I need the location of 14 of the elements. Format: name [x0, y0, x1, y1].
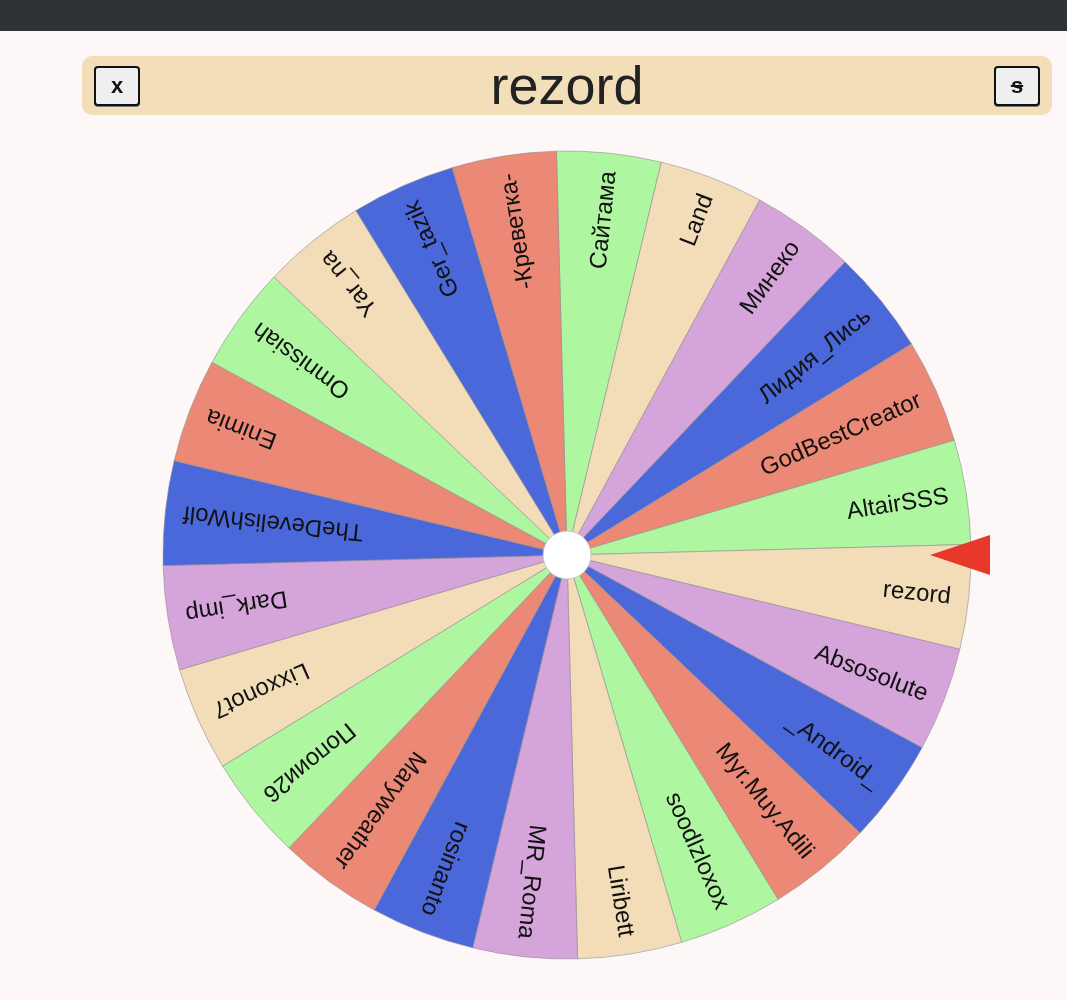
segment-label: Dark_imp — [183, 586, 290, 629]
pointer-icon — [930, 535, 990, 575]
segment-label: rezord — [881, 574, 953, 609]
wheel-hub[interactable] — [542, 530, 592, 580]
segment-label: Liribett — [602, 862, 641, 939]
close-button[interactable]: x — [94, 65, 140, 106]
toggle-button[interactable]: s — [994, 65, 1040, 106]
segment-label: -Креветка- — [493, 171, 539, 292]
header-title: rezord — [490, 57, 644, 114]
segment-label: Land — [673, 189, 718, 250]
segment-label: Сайтама — [583, 169, 621, 271]
segment-label: MR_Roma — [513, 823, 553, 941]
segment-label: AltairSSS — [844, 481, 951, 524]
segment-label: TheDevelishWolf — [181, 501, 365, 548]
